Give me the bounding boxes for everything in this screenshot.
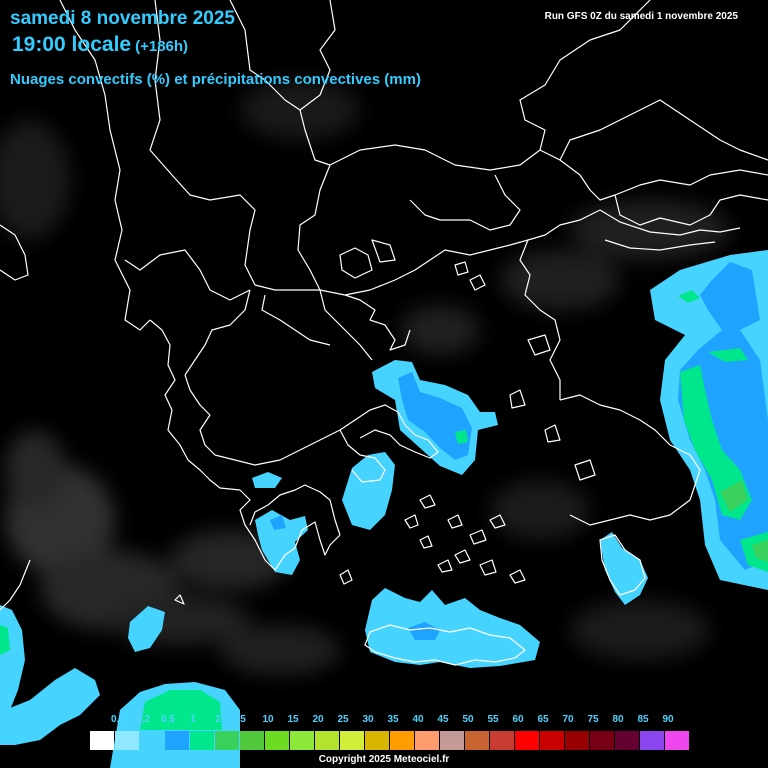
- legend-swatch: [240, 731, 264, 750]
- map-canvas: [0, 0, 768, 768]
- legend-label: 85: [637, 714, 649, 725]
- legend-swatch: [365, 731, 389, 750]
- weather-map: samedi 8 novembre 2025 19:00 locale (+186…: [0, 0, 768, 768]
- legend-swatch: [190, 731, 214, 750]
- legend-swatch: [590, 731, 614, 750]
- legend-swatch: [540, 731, 564, 750]
- legend-swatch: [90, 731, 114, 750]
- copyright-notice: Copyright 2025 Meteociel.fr: [318, 754, 450, 765]
- legend-color-bar: [90, 731, 690, 750]
- legend-swatch: [440, 731, 464, 750]
- map-subtitle: Nuages convectifs (%) et précipitations …: [10, 71, 421, 88]
- precip-attica: [342, 452, 395, 530]
- legend-label: 40: [412, 714, 424, 725]
- legend-swatch: [665, 731, 689, 750]
- legend-label: 75: [587, 714, 599, 725]
- legend-label: 2: [215, 714, 221, 725]
- forecast-lead-time: (+186h): [135, 38, 189, 55]
- legend-swatch: [515, 731, 539, 750]
- legend-label: 80: [612, 714, 624, 725]
- legend-label: 45: [437, 714, 449, 725]
- precip-aegean: [372, 360, 498, 475]
- legend-label: 60: [512, 714, 524, 725]
- legend-label: 20: [312, 714, 324, 725]
- legend-swatch: [315, 731, 339, 750]
- legend-swatch: [340, 731, 364, 750]
- legend-label: 90: [662, 714, 674, 725]
- legend-swatch: [565, 731, 589, 750]
- legend-label: 70: [562, 714, 574, 725]
- legend-swatch: [415, 731, 439, 750]
- legend-swatch: [490, 731, 514, 750]
- forecast-time: 19:00 locale (+186h): [12, 33, 188, 57]
- precip-east-band: [650, 250, 768, 590]
- legend-label: 1: [190, 714, 196, 725]
- precipitation-layer: [0, 250, 768, 768]
- legend-swatch: [265, 731, 289, 750]
- legend-swatch: [640, 731, 664, 750]
- legend-label: 50: [462, 714, 474, 725]
- legend-label: 25: [337, 714, 349, 725]
- legend-swatch: [465, 731, 489, 750]
- legend-swatch: [390, 731, 414, 750]
- legend-label: 0,1: [111, 714, 125, 725]
- legend-label: 55: [487, 714, 499, 725]
- legend-label: 35: [387, 714, 399, 725]
- legend-swatch: [140, 731, 164, 750]
- legend-label: 0,5: [161, 714, 175, 725]
- legend-swatch: [615, 731, 639, 750]
- legend-label: 30: [362, 714, 374, 725]
- legend-label: 65: [537, 714, 549, 725]
- legend-swatch: [165, 731, 189, 750]
- forecast-time-label: 19:00 locale: [12, 33, 132, 56]
- legend-label: 15: [287, 714, 299, 725]
- legend-labels: 0,1 0,2 0,5 1 2 5 10 15 20 25 30 35 40 45 50 55 60 65 70 75…: [104, 714, 684, 728]
- legend-swatch: [215, 731, 239, 750]
- model-run-info: Run GFS 0Z du samedi 1 novembre 2025: [544, 11, 738, 22]
- precip-crete: [365, 588, 540, 668]
- legend-swatch: [290, 731, 314, 750]
- legend-label: 10: [262, 714, 274, 725]
- legend-swatch: [115, 731, 139, 750]
- legend-label: 5: [240, 714, 246, 725]
- forecast-date: samedi 8 novembre 2025: [10, 8, 235, 29]
- legend-label: 0,2: [136, 714, 150, 725]
